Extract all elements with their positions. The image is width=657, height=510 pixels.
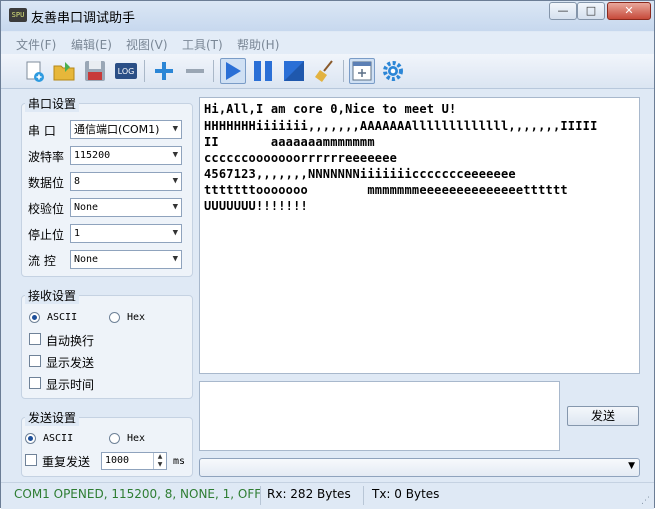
menu-view[interactable]: 视图(V) [126, 36, 168, 53]
resize-grip-icon: ⋰ [641, 496, 650, 506]
log-icon[interactable]: LOG [113, 58, 139, 84]
send-hex-label: Hex [127, 433, 146, 444]
receive-line: II aaaaaaammmmmmm [204, 135, 375, 149]
remove-icon[interactable] [182, 58, 208, 84]
title-bar: SPU 友善串口调试助手 — □ ✕ [1, 1, 654, 31]
baud-label: 波特率 [28, 150, 65, 164]
minimize-button[interactable]: — [549, 2, 577, 20]
parity-select[interactable]: None ▼ [70, 198, 182, 217]
send-hex-radio[interactable] [109, 433, 120, 444]
receive-ascii-label: ASCII [47, 312, 78, 323]
open-folder-icon[interactable] [51, 58, 77, 84]
broom-clear-icon[interactable] [312, 58, 338, 84]
stop-icon[interactable] [281, 58, 307, 84]
port-label: 串 口 [28, 124, 56, 138]
flow-label: 流 控 [28, 254, 56, 268]
close-button[interactable]: ✕ [607, 2, 651, 20]
chevron-down-icon: ▼ [172, 124, 178, 134]
menu-tools[interactable]: 工具(T) [182, 36, 223, 53]
send-button[interactable]: 发送 [567, 406, 639, 426]
show-time-label: 显示时间 [46, 378, 95, 392]
tx-count: Tx: 0 Bytes [372, 487, 440, 501]
menu-edit[interactable]: 编辑(E) [71, 36, 112, 53]
chevron-down-icon: ▼ [172, 202, 178, 212]
send-ascii-radio[interactable] [25, 433, 36, 444]
flow-select[interactable]: None ▼ [70, 250, 182, 269]
receive-ascii-radio[interactable] [29, 312, 40, 323]
chevron-down-icon: ▼ [172, 254, 178, 264]
rx-count: Rx: 282 Bytes [267, 487, 351, 501]
port-select[interactable]: 通信端口(COM1) ▼ [70, 120, 182, 139]
menu-file[interactable]: 文件(F) [16, 36, 56, 53]
spinner-arrows-icon: ▲ ▼ [153, 453, 166, 469]
send-ascii-label: ASCII [43, 433, 74, 444]
window-layout-icon[interactable] [349, 58, 375, 84]
status-bar: COM1 OPENED, 115200, 8, NONE, 1, OFF Rx:… [1, 482, 654, 509]
receive-line: tttttttooooooo mmmmmmmeeeeeeeeeeeeeetttt… [204, 183, 568, 197]
chevron-down-icon: ▼ [172, 176, 178, 186]
receive-line: ccccccooooooorrrrrreeeeeee [204, 151, 398, 165]
parity-label: 校验位 [28, 202, 65, 216]
show-send-checkbox[interactable] [29, 355, 41, 367]
auto-wrap-label: 自动换行 [46, 334, 95, 348]
connection-status: COM1 OPENED, 115200, 8, NONE, 1, OFF [14, 487, 262, 501]
repeat-send-label: 重复发送 [42, 455, 91, 469]
settings-gear-icon[interactable] [380, 58, 406, 84]
toolbar: LOG [1, 54, 654, 89]
receive-text-area[interactable]: Hi,All,I am core 0,Nice to meet U! HHHHH… [199, 97, 640, 374]
chevron-down-icon: ▼ [628, 461, 635, 471]
new-file-icon[interactable] [21, 58, 47, 84]
start-play-icon[interactable] [220, 58, 246, 84]
interval-unit-label: ms [173, 456, 186, 467]
maximize-button[interactable]: □ [577, 2, 605, 20]
repeat-send-checkbox[interactable] [25, 454, 37, 466]
receive-settings-title: 接收设置 [25, 287, 80, 304]
menu-bar: 文件(F) 编辑(E) 视图(V) 工具(T) 帮助(H) [1, 32, 654, 54]
send-history-select[interactable]: ▼ [199, 458, 640, 477]
send-settings-title: 发送设置 [25, 409, 80, 426]
repeat-interval-input[interactable]: 1000 ▲ ▼ [101, 452, 167, 470]
receive-line: UUUUUUU!!!!!!! [204, 199, 308, 213]
receive-line: HHHHHHHiiiiiii,,,,,,,AAAAAAAllllllllllll… [204, 119, 598, 133]
show-time-checkbox[interactable] [29, 377, 41, 389]
add-icon[interactable] [151, 58, 177, 84]
stopbits-select[interactable]: 1 ▼ [70, 224, 182, 243]
stopbits-label: 停止位 [28, 228, 65, 242]
chevron-down-icon: ▼ [172, 228, 178, 238]
databits-label: 数据位 [28, 176, 65, 190]
app-logo-icon: SPU [9, 8, 27, 22]
receive-line: 4567123,,,,,,,NNNNNNNiiiiiiiccccccceeeee… [204, 167, 516, 181]
baud-select[interactable]: 115200 ▼ [70, 146, 182, 165]
app-window: SPU 友善串口调试助手 — □ ✕ 文件(F) 编辑(E) 视图(V) 工具(… [0, 0, 655, 509]
serial-settings-title: 串口设置 [25, 95, 80, 112]
window-title: 友善串口调试助手 [31, 11, 136, 26]
receive-line: Hi,All,I am core 0,Nice to meet U! [204, 102, 457, 116]
receive-hex-radio[interactable] [109, 312, 120, 323]
show-send-label: 显示发送 [46, 356, 95, 370]
databits-select[interactable]: 8 ▼ [70, 172, 182, 191]
chevron-down-icon: ▼ [172, 150, 178, 160]
menu-help[interactable]: 帮助(H) [237, 36, 279, 53]
receive-hex-label: Hex [127, 312, 146, 323]
save-icon[interactable] [82, 58, 108, 84]
send-text-area[interactable] [199, 381, 560, 451]
log-icon-text: LOG [118, 67, 135, 76]
auto-wrap-checkbox[interactable] [29, 333, 41, 345]
pause-icon[interactable] [250, 58, 276, 84]
